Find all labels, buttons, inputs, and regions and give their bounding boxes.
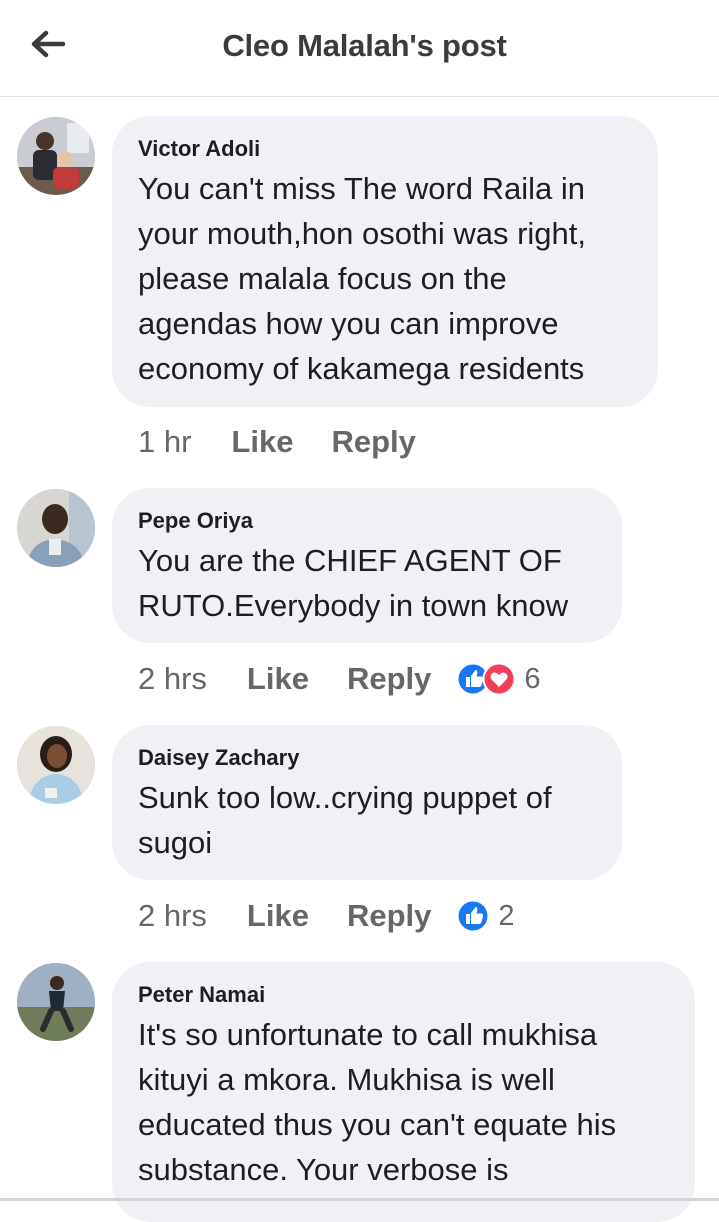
comment-author[interactable]: Daisey Zachary	[138, 745, 596, 771]
comment-actions: 2 hrs Like Reply 2	[138, 896, 515, 936]
like-reaction-icon	[456, 899, 490, 933]
comment-author[interactable]: Victor Adoli	[138, 136, 632, 162]
comment-text: It's so unfortunate to call mukhisa kitu…	[138, 1012, 669, 1192]
comment-text: Sunk too low..crying puppet of sugoi	[138, 775, 596, 865]
comment-timestamp[interactable]: 2 hrs	[138, 661, 207, 697]
page-title: Cleo Malalah's post	[222, 28, 507, 63]
reactions-summary[interactable]: 2	[456, 899, 515, 933]
top-bar: Cleo Malalah's post	[0, 0, 719, 97]
comment-bubble: Daisey Zachary Sunk too low..crying pupp…	[112, 725, 622, 880]
comment-text: You are the CHIEF AGENT OF RUTO.Everybod…	[138, 538, 596, 628]
reply-button[interactable]: Reply	[347, 898, 431, 934]
comment-line: please malala focus on the	[138, 261, 507, 296]
comment-line: substance. Your verbose is	[138, 1152, 509, 1187]
love-reaction-icon	[482, 662, 516, 696]
comment-line: your mouth,hon osothi was right,	[138, 216, 587, 251]
avatar[interactable]	[17, 963, 95, 1041]
comment-bubble: Victor Adoli You can't miss The word Rai…	[112, 116, 658, 407]
comment-line: educated thus you can't equate his	[138, 1107, 617, 1142]
comment-actions: 2 hrs Like Reply 6	[138, 659, 541, 699]
comment-timestamp[interactable]: 2 hrs	[138, 898, 207, 934]
reply-button[interactable]: Reply	[347, 661, 431, 697]
reaction-count: 6	[524, 662, 541, 695]
like-button[interactable]: Like	[247, 898, 309, 934]
reaction-count: 2	[498, 899, 515, 932]
comment-line: kituyi a mkora. Mukhisa is well	[138, 1062, 555, 1097]
comment-line: RUTO.Everybody in town know	[138, 588, 569, 623]
comment-timestamp[interactable]: 1 hr	[138, 424, 191, 460]
comment-line: It's so unfortunate to call mukhisa	[138, 1017, 598, 1052]
comment-author[interactable]: Pepe Oriya	[138, 508, 596, 534]
like-button[interactable]: Like	[231, 424, 293, 460]
comment-line: You can't miss The word Raila in	[138, 171, 586, 206]
comment-text: You can't miss The word Raila in your mo…	[138, 166, 632, 391]
comment-author[interactable]: Peter Namai	[138, 982, 669, 1008]
comment-line: sugoi	[138, 825, 213, 860]
comment-bubble: Peter Namai It's so unfortunate to call …	[112, 962, 695, 1222]
reply-button[interactable]: Reply	[331, 424, 415, 460]
avatar[interactable]	[17, 489, 95, 567]
comment-line: Sunk too low..crying puppet of	[138, 780, 552, 815]
reactions-summary[interactable]: 6	[456, 662, 541, 696]
comment-line: agendas how you can improve	[138, 306, 559, 341]
comment-bubble: Pepe Oriya You are the CHIEF AGENT OF RU…	[112, 488, 622, 643]
avatar[interactable]	[17, 117, 95, 195]
like-button[interactable]: Like	[247, 661, 309, 697]
avatar[interactable]	[17, 726, 95, 804]
comment-actions: 1 hr Like Reply	[138, 422, 454, 462]
comment-line: economy of kakamega residents	[138, 351, 585, 386]
comment-line: You are the CHIEF AGENT OF	[138, 543, 562, 578]
